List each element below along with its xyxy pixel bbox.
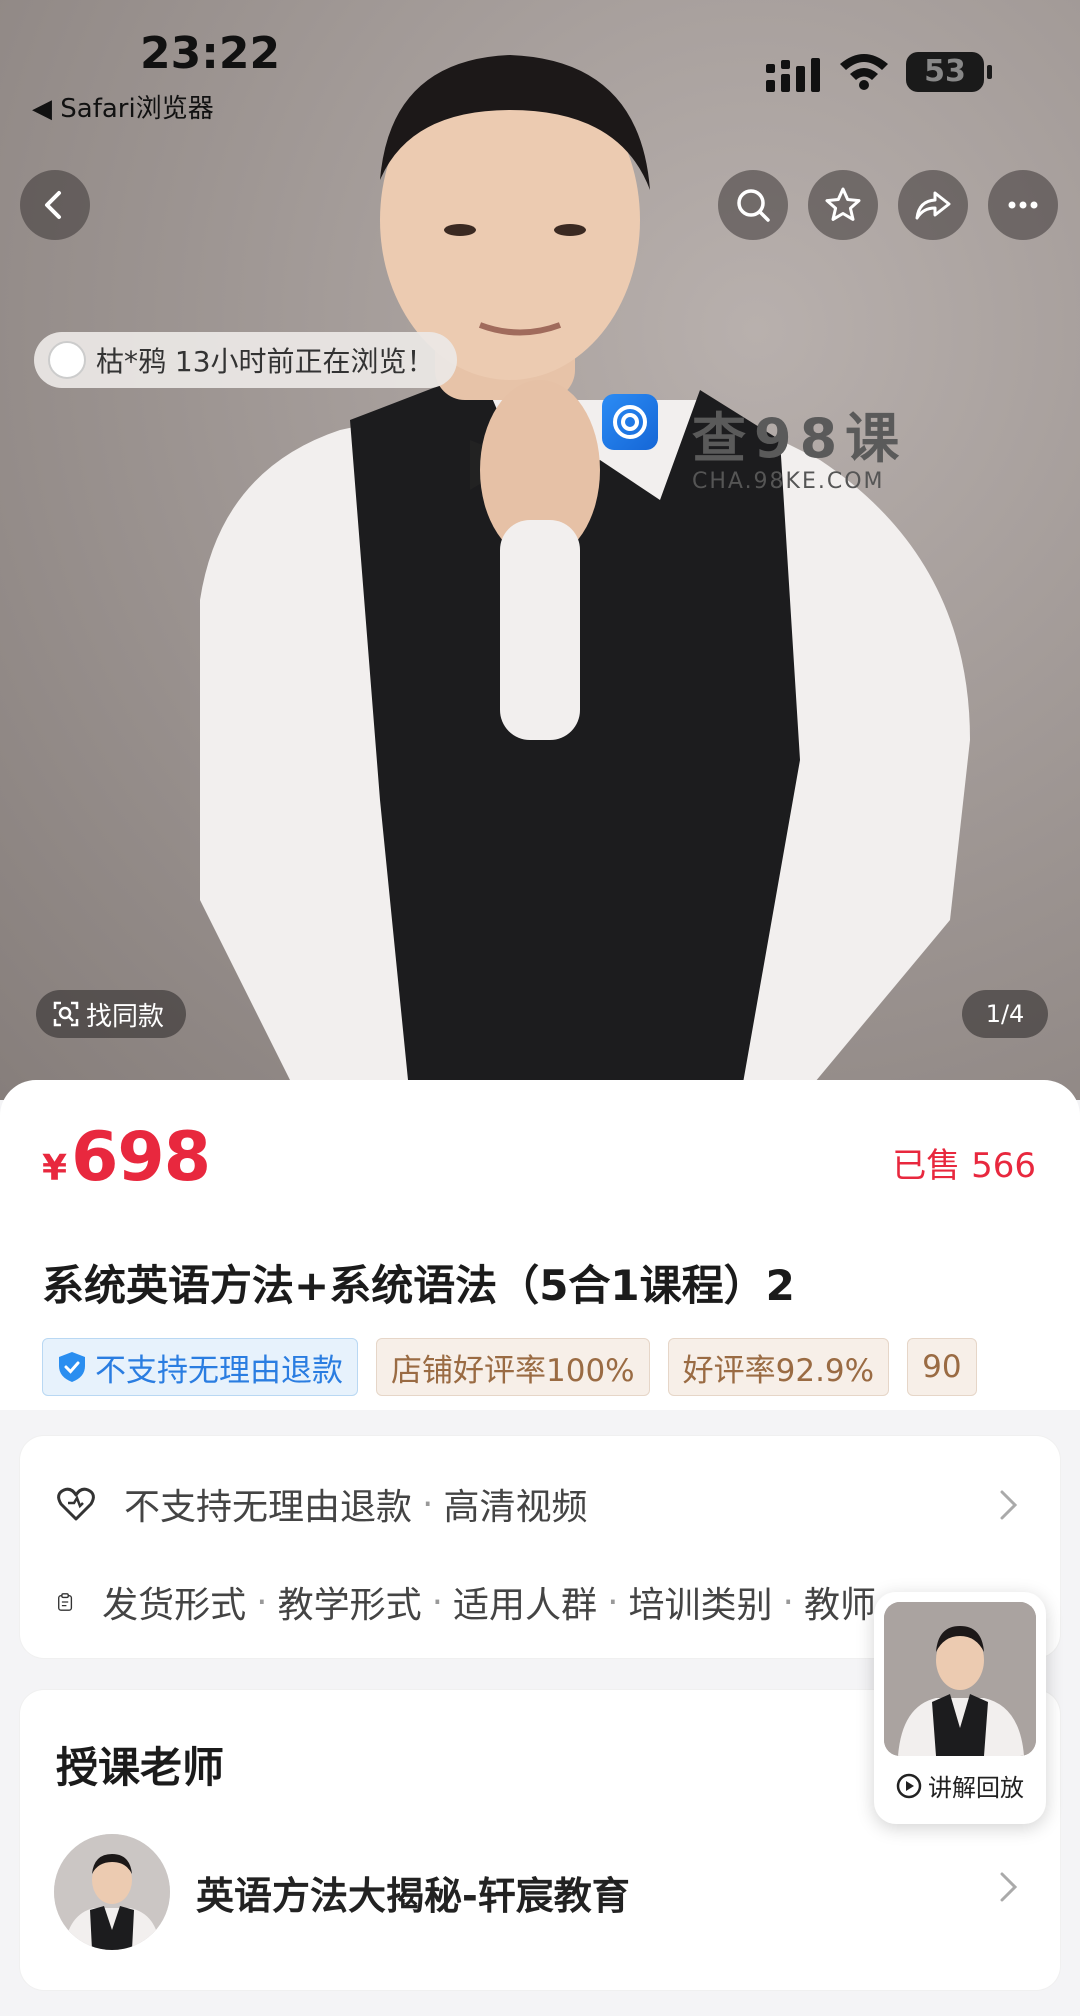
cellular-signal-icon [766, 58, 820, 92]
replay-thumbnail [884, 1602, 1036, 1756]
back-button[interactable] [20, 170, 90, 240]
teacher-name: 英语方法大揭秘-轩宸教育 [196, 1873, 630, 1918]
replay-floating-card[interactable]: 讲解回放 [874, 1592, 1046, 1824]
more-button[interactable] [988, 170, 1058, 240]
section-title: 授课老师 [56, 1743, 225, 1792]
price-currency: ¥ [42, 1148, 68, 1189]
price: ¥ 698 [42, 1118, 211, 1197]
share-button[interactable] [898, 170, 968, 240]
tag-rating[interactable]: 好评率92.9% [667, 1338, 890, 1396]
shield-check-icon [59, 1352, 85, 1382]
favorite-button[interactable] [808, 170, 878, 240]
tag-label: 不支持无理由退款 [95, 1352, 343, 1389]
product-title: 系统英语方法+系统语法（5合1课程）2 [42, 1261, 795, 1310]
product-image-carousel[interactable]: 23:22 ◀ Safari浏览器 53 枯*鸦 13小时前正在浏览！ 查98课… [0, 0, 1080, 1100]
separator-dot: · [782, 1581, 794, 1623]
search-button[interactable] [718, 170, 788, 240]
star-icon [825, 187, 861, 221]
params-row[interactable]: 发货形式 · 教学形式 · 适用人群 · 培训类别 · 教师 [56, 1576, 876, 1628]
service-item: 高清视频 [443, 1487, 588, 1528]
watermark-title: 查98课 [692, 407, 908, 470]
tag-no-refund[interactable]: 不支持无理由退款 [42, 1338, 358, 1396]
tag-label: 好评率92.9% [682, 1352, 875, 1389]
separator-dot: · [256, 1581, 268, 1623]
chevron-right-icon[interactable] [998, 1488, 1020, 1522]
chevron-right-icon[interactable] [998, 1870, 1020, 1904]
param-item: 教学形式 [277, 1585, 422, 1626]
play-circle-icon [896, 1773, 922, 1798]
viewer-avatar [48, 341, 86, 379]
battery-indicator: 53 [906, 52, 992, 92]
wifi-icon [840, 54, 888, 90]
clock: 23:22 [140, 28, 281, 79]
replay-label: 讲解回放 [928, 1774, 1024, 1802]
teacher-avatar [54, 1834, 170, 1950]
share-icon [915, 191, 951, 220]
scan-search-icon [53, 1001, 79, 1027]
more-icon [1008, 201, 1038, 209]
page-indicator: 1/4 [962, 990, 1048, 1038]
browsing-notice: 枯*鸦 13小时前正在浏览！ [34, 332, 457, 388]
separator-dot: · [431, 1581, 444, 1623]
find-same-label: 找同款 [86, 1001, 165, 1032]
service-item: 不支持无理由退款 [124, 1487, 413, 1528]
chevron-left-icon [45, 191, 61, 219]
param-item: 教师 [803, 1585, 876, 1626]
replay-label-row: 讲解回放 [874, 1768, 1046, 1803]
teacher-row[interactable]: 英语方法大揭秘-轩宸教育 [54, 1834, 630, 1950]
param-item: 适用人群 [453, 1585, 598, 1626]
status-bar: 23:22 ◀ Safari浏览器 53 [0, 0, 1080, 130]
back-to-safari-link[interactable]: ◀ Safari浏览器 [32, 88, 214, 125]
price-value: 698 [71, 1118, 211, 1197]
tag-row[interactable]: 不支持无理由退款 店铺好评率100% 好评率92.9% 90 [42, 1338, 1080, 1396]
tag-label: 90 [922, 1349, 962, 1385]
sold-count: 已售 566 [892, 1146, 1036, 1186]
search-icon [737, 189, 770, 222]
param-item: 培训类别 [628, 1585, 773, 1626]
service-row[interactable]: 不支持无理由退款 · 高清视频 [56, 1478, 587, 1530]
heart-shield-icon [57, 1487, 95, 1521]
param-item: 发货形式 [102, 1585, 247, 1626]
browsing-notice-text: 枯*鸦 13小时前正在浏览！ [96, 345, 435, 378]
tag-label: 店铺好评率100% [391, 1352, 635, 1389]
clipboard-icon [58, 1593, 73, 1611]
separator-dot: · [607, 1581, 619, 1623]
separator-dot: · [422, 1483, 434, 1525]
tag-store-rating[interactable]: 店铺好评率100% [376, 1338, 650, 1396]
watermark-logo-icon [602, 394, 658, 450]
find-same-button[interactable]: 找同款 [36, 990, 187, 1038]
tag-more[interactable]: 90 [907, 1338, 977, 1396]
watermark-url: CHA.98KE.COM [692, 469, 885, 494]
watermark: 查98课 CHA.98KE.COM [602, 394, 907, 494]
